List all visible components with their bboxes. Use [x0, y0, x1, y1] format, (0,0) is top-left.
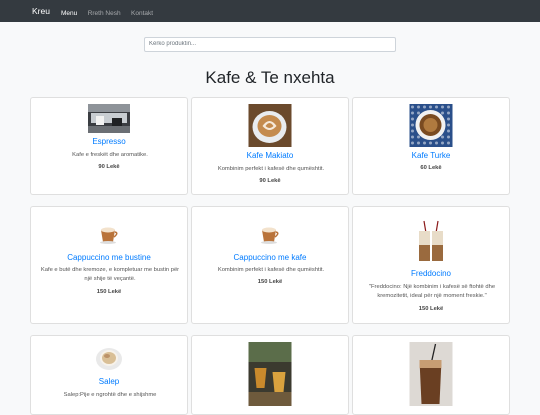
product-name[interactable]: Salep [31, 377, 187, 386]
product-card[interactable]: Espresso Kafe e freskët dhe aromatike. 9… [30, 97, 188, 195]
product-name[interactable]: Espresso [31, 137, 187, 146]
brand-link[interactable]: Kreu [32, 6, 50, 16]
nav-links: Menu Rreth Nesh Kontakt [61, 2, 159, 20]
product-description: Kombinim perfekt i kafesë dhe qumështit. [217, 267, 325, 273]
search-input[interactable] [144, 36, 396, 52]
cappuccino-image [259, 223, 281, 245]
product-price: 150 Lekë [418, 306, 444, 312]
product-price: 90 Lekë [98, 164, 120, 170]
product-description: Salep:Pije e ngrohtë dhe e shijshme [63, 392, 157, 398]
product-price: 150 Lekë [257, 279, 283, 285]
product-card[interactable]: Cappuccino me bustine Kafe e butë dhe kr… [30, 206, 188, 324]
product-card[interactable]: Cappuccino me kafe Kombinim perfekt i ka… [191, 206, 349, 324]
product-card[interactable] [352, 335, 510, 415]
product-price: 60 Lekë [420, 165, 442, 171]
product-name[interactable]: Kafe Turke [353, 151, 509, 160]
iced-drinks-image [416, 219, 446, 262]
turkish-coffee-image [409, 104, 453, 147]
product-description: Kafe e freskët dhe aromatike. [72, 152, 148, 158]
product-price: 150 Lekë [96, 289, 122, 295]
cappuccino-image [98, 223, 120, 245]
product-name[interactable]: Cappuccino me bustine [31, 253, 187, 262]
latte-art-image [248, 104, 292, 147]
product-card[interactable]: Salep Salep:Pije e ngrohtë dhe e shijshm… [30, 335, 188, 415]
product-card[interactable]: Kafe Turke 60 Lekë [352, 97, 510, 195]
product-name[interactable]: Cappuccino me kafe [192, 253, 348, 262]
nav-link-contact[interactable]: Kontakt [131, 10, 153, 17]
page-title: Kafe & Te nxehta [205, 68, 335, 87]
product-card[interactable] [191, 335, 349, 415]
product-description: Kafe e butë dhe kremoze, e kompletuar me… [40, 267, 180, 282]
product-card[interactable]: Freddocino "Freddocino: Një kombinim i k… [352, 206, 510, 324]
nav-link-about[interactable]: Rreth Nesh [88, 10, 121, 17]
product-price: 90 Lekë [259, 178, 281, 184]
search-bar [144, 32, 396, 52]
nav-link-menu[interactable]: Menu [61, 10, 77, 17]
product-name[interactable]: Freddocino [353, 269, 509, 278]
product-card[interactable]: Kafe Makiato Kombinim perfekt i kafesë d… [191, 97, 349, 195]
navbar: Kreu Menu Rreth Nesh Kontakt [0, 0, 540, 22]
product-description: "Freddocino: Një kombinim i kafesë së ft… [368, 284, 496, 299]
salep-cup-image [95, 344, 123, 372]
iced-coffee-image [409, 342, 453, 406]
product-name[interactable]: Kafe Makiato [192, 151, 348, 160]
product-description: Kombinim perfekt i kafesë dhe qumështit. [217, 166, 325, 172]
tea-glasses-image [248, 342, 292, 406]
espresso-machine-image [88, 104, 130, 133]
